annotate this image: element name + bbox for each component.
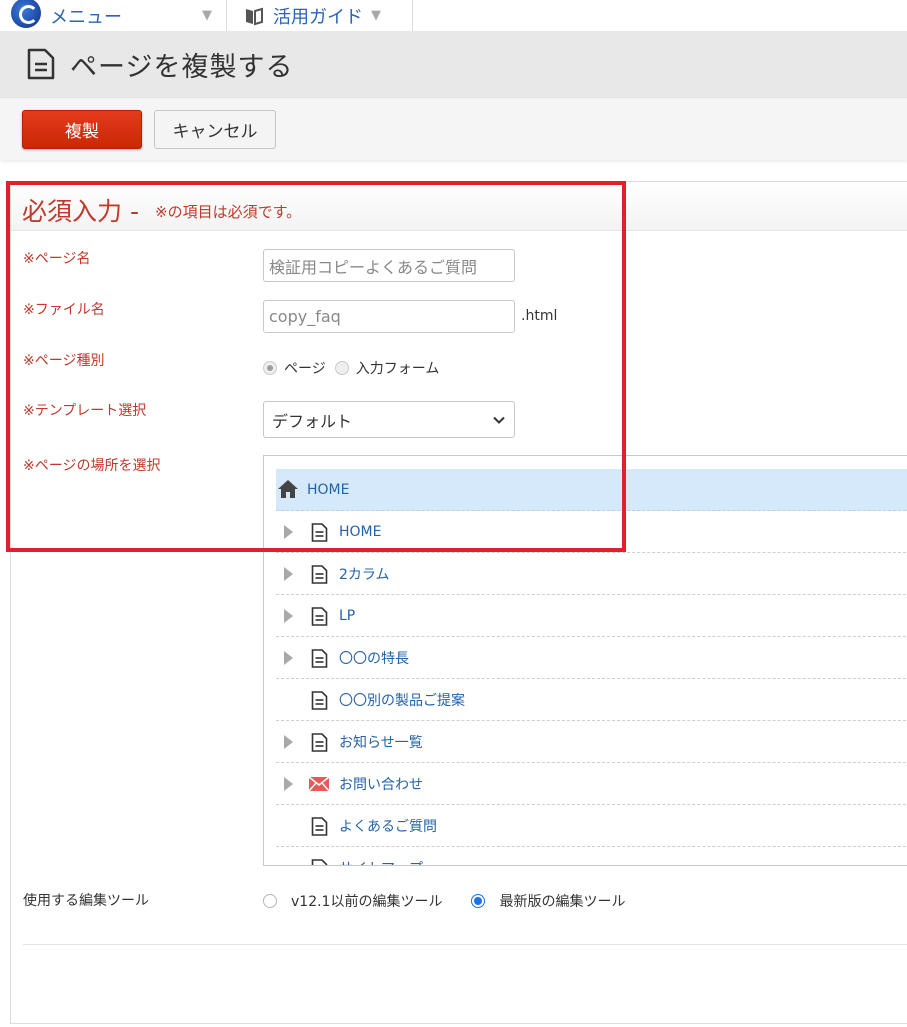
caret-down-icon: ▼: [202, 8, 212, 23]
page-type-page-radio[interactable]: [263, 361, 277, 375]
latest-editor-label: 最新版の編集ツール: [499, 894, 626, 910]
tree-item[interactable]: お知らせ一覧: [276, 721, 907, 763]
home-icon: [278, 480, 298, 498]
page-title: ページを複製する: [70, 51, 294, 83]
tree-item[interactable]: お問い合わせ: [276, 763, 907, 805]
page-icon: [311, 691, 328, 710]
tree-item[interactable]: 2カラム: [276, 553, 907, 595]
page-icon: [311, 817, 328, 836]
expand-icon[interactable]: [284, 566, 293, 581]
page-type-form-radio[interactable]: [334, 361, 349, 375]
latest-editor-radio[interactable]: [471, 894, 486, 908]
tree-item-label: よくあるご質問: [339, 818, 437, 835]
file-name-input[interactable]: copy_faq: [263, 300, 515, 333]
tree-item-label: HOME: [339, 523, 382, 540]
tree-item-label: お問い合わせ: [339, 776, 423, 793]
editor-tool-radio-group: v12.1以前の編集ツール 最新版の編集ツール: [263, 891, 625, 911]
tree-item-label: 〇〇の特長: [339, 650, 409, 667]
top-nav: メニュー ▼ 活用ガイド ▼: [0, 0, 907, 31]
cancel-button[interactable]: キャンセル: [154, 110, 276, 149]
page-icon: [311, 859, 328, 865]
file-extension: .html: [521, 308, 558, 324]
expand-icon[interactable]: [284, 524, 293, 539]
tree-item[interactable]: 〇〇別の製品ご提案: [276, 679, 907, 721]
expand-icon[interactable]: [284, 734, 293, 749]
template-select[interactable]: デフォルト: [263, 401, 515, 438]
tree-item[interactable]: HOME: [276, 511, 907, 553]
menu-dropdown[interactable]: メニュー ▼: [0, 0, 227, 31]
location-tree[interactable]: HOME HOME 2カラム LP 〇〇の特長 〇〇別の製品ご提案 お知らせ一覧…: [263, 455, 907, 866]
tree-item-label: LP: [339, 607, 356, 624]
tree-root-label: HOME: [307, 481, 350, 498]
file-name-label: ※ファイル名: [23, 302, 105, 318]
copy-button[interactable]: 複製: [22, 110, 142, 149]
tree-item-label: お知らせ一覧: [339, 734, 423, 751]
tree-item-label: サイトマップ: [339, 858, 423, 866]
panel-header: 必須入力 - ※の項目は必須です。: [11, 182, 907, 231]
panel-title: 必須入力 -: [22, 197, 139, 226]
page-type-radio-group: ページ 入力フォーム: [263, 358, 439, 378]
editor-tool-label: 使用する編集ツール: [23, 893, 149, 909]
page-type-label: ※ページ種別: [23, 353, 105, 369]
page-type-form-label: 入力フォーム: [355, 361, 440, 377]
page-icon: [311, 607, 328, 626]
page-name-label: ※ページ名: [23, 251, 91, 267]
expand-icon[interactable]: [284, 650, 293, 665]
guide-label: 活用ガイド: [273, 6, 363, 28]
template-label: ※テンプレート選択: [23, 403, 147, 419]
section-divider: [23, 944, 907, 945]
guide-dropdown[interactable]: 活用ガイド ▼: [227, 0, 413, 31]
expand-icon[interactable]: [284, 776, 293, 791]
page-icon: [311, 565, 328, 584]
tree-item[interactable]: よくあるご質問: [276, 805, 907, 847]
caret-down-icon: ▼: [371, 8, 381, 23]
tree-root-home[interactable]: HOME: [276, 469, 907, 511]
tree-item[interactable]: サイトマップ: [276, 847, 907, 866]
action-toolbar: 複製 キャンセル: [0, 97, 907, 160]
page-icon: [27, 48, 55, 80]
page-icon: [311, 733, 328, 752]
page-icon: [311, 523, 328, 542]
chevron-down-icon: [493, 416, 505, 424]
app-logo-icon: [11, 0, 41, 28]
menu-label: メニュー: [50, 6, 122, 28]
tree-item-label: 2カラム: [339, 566, 390, 583]
legacy-editor-radio[interactable]: [263, 894, 277, 908]
required-note: ※の項目は必須です。: [155, 203, 302, 221]
page-icon: [311, 649, 328, 668]
template-selected-value: デフォルト: [272, 411, 353, 431]
page-header: ページを複製する: [0, 31, 907, 97]
expand-icon[interactable]: [284, 608, 293, 623]
mail-icon: [309, 777, 329, 791]
legacy-editor-label: v12.1以前の編集ツール: [291, 894, 443, 910]
tree-item[interactable]: 〇〇の特長: [276, 637, 907, 679]
book-icon: [246, 7, 263, 25]
page-type-page-label: ページ: [284, 361, 326, 377]
tree-item[interactable]: LP: [276, 595, 907, 637]
page-name-input[interactable]: 検証用コピーよくあるご質問: [263, 249, 515, 282]
location-label: ※ページの場所を選択: [23, 458, 161, 474]
tree-item-label: 〇〇別の製品ご提案: [339, 692, 465, 709]
